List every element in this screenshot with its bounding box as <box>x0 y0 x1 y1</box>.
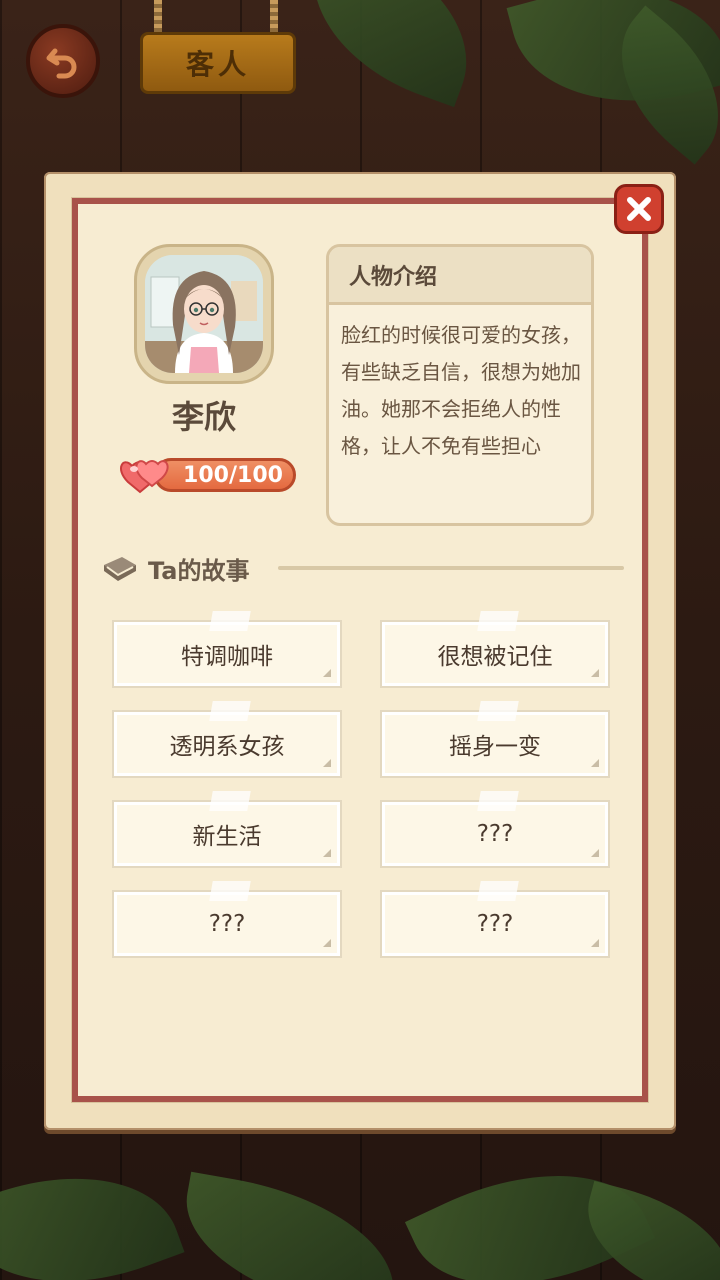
affection-bar: 100/100 <box>118 452 296 498</box>
heart-icon <box>120 460 169 494</box>
character-intro-box: 人物介绍 脸红的时候很可爱的女孩，有些缺乏自信，很想为她加油。她那不会拒绝人的性… <box>326 244 594 526</box>
tape-decoration <box>209 881 251 901</box>
story-item-label: 摇身一变 <box>449 734 541 760</box>
character-name: 李欣 <box>171 398 236 436</box>
rope <box>270 0 278 36</box>
story-item[interactable]: 摇身一变 <box>380 701 610 778</box>
page-title: 客人 <box>140 32 296 94</box>
close-button[interactable] <box>614 184 664 234</box>
tape-decoration <box>477 611 519 631</box>
intro-text: 脸红的时候很可爱的女孩，有些缺乏自信，很想为她加油。她那不会拒绝人的性格，让人不… <box>341 323 581 458</box>
story-item-label: ??? <box>208 911 246 937</box>
tape-decoration <box>477 701 519 721</box>
tape-decoration <box>477 881 519 901</box>
tape-decoration <box>209 611 251 631</box>
story-item-label: 很想被记住 <box>437 644 553 670</box>
story-section-title: Ta的故事 <box>100 550 249 586</box>
book-icon <box>104 557 136 581</box>
character-avatar <box>145 255 263 373</box>
divider <box>278 566 624 570</box>
tape-decoration <box>477 791 519 811</box>
close-icon <box>627 197 651 221</box>
story-item[interactable]: 很想被记住 <box>380 611 610 688</box>
story-item-label: 新生活 <box>192 824 262 850</box>
story-item-locked[interactable]: ??? <box>380 881 610 958</box>
intro-title: 人物介绍 <box>329 247 591 305</box>
story-item-locked[interactable]: ??? <box>380 791 610 868</box>
story-item-label: ??? <box>476 821 514 847</box>
story-item[interactable]: 特调咖啡 <box>112 611 342 688</box>
story-item[interactable]: 新生活 <box>112 791 342 868</box>
tape-decoration <box>209 701 251 721</box>
story-item-label: 特调咖啡 <box>181 644 273 670</box>
back-button[interactable] <box>26 24 100 98</box>
back-arrow-icon <box>46 48 77 79</box>
story-section-label: Ta的故事 <box>148 556 250 585</box>
story-item[interactable]: 透明系女孩 <box>112 701 342 778</box>
avatar-frame <box>134 244 274 384</box>
tape-decoration <box>209 791 251 811</box>
story-item-label: 透明系女孩 <box>169 734 285 760</box>
story-item-locked[interactable]: ??? <box>112 881 342 958</box>
story-item-label: ??? <box>476 911 514 937</box>
rope <box>154 0 162 36</box>
